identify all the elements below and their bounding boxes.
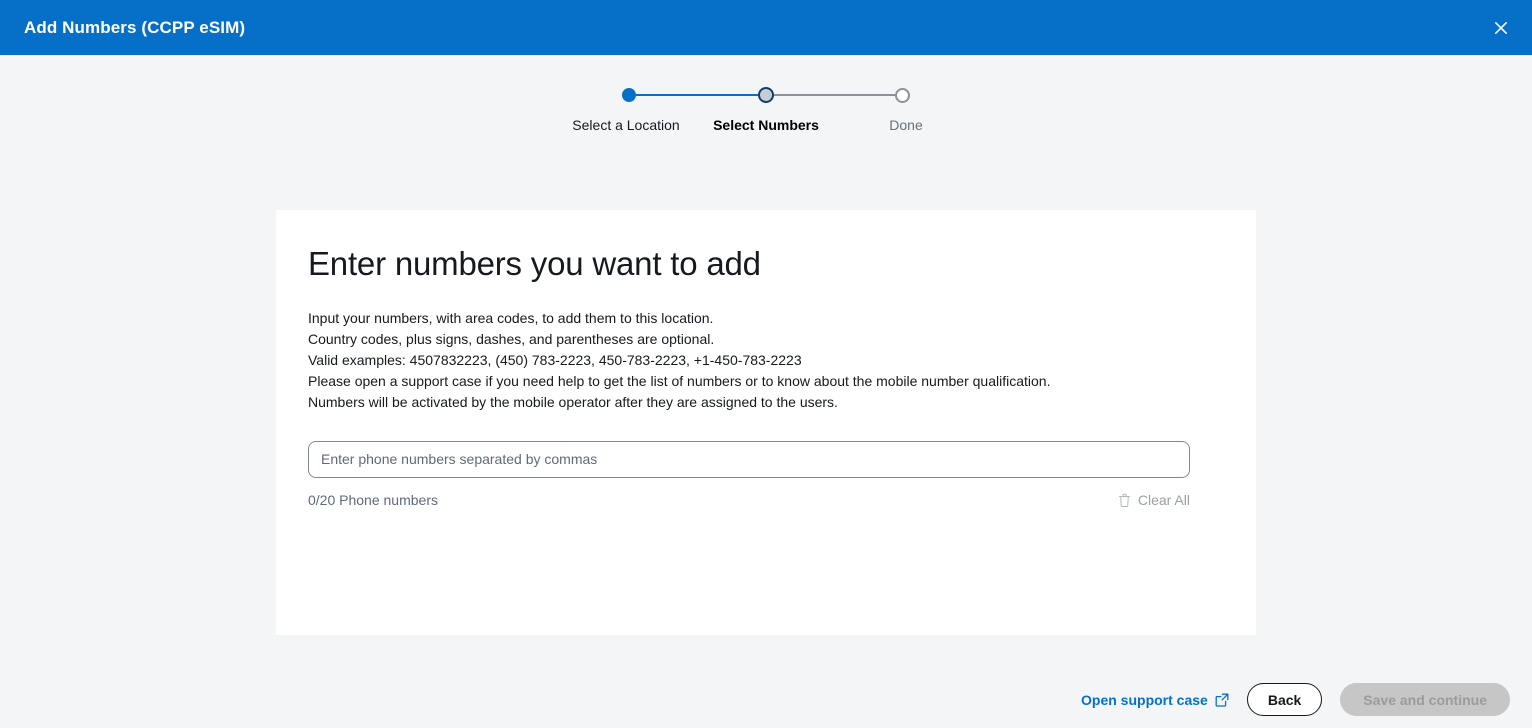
instruction-line: Valid examples: 4507832223, (450) 783-22…	[308, 351, 802, 368]
instruction-line: Input your numbers, with area codes, to …	[308, 309, 714, 326]
dialog-body: Select a Location Select Numbers Done En…	[0, 55, 1532, 728]
dialog-footer: Open support case Back Save and continue	[1081, 683, 1510, 716]
open-support-case-label: Open support case	[1081, 691, 1208, 708]
clear-all-label: Clear All	[1137, 492, 1190, 509]
step-connector-1	[636, 94, 758, 96]
stepper-labels: Select a Location Select Numbers Done	[556, 118, 976, 132]
page-title: Enter numbers you want to add	[308, 245, 761, 282]
step-label-select-a-location: Select a Location	[572, 117, 680, 133]
step-label-done: Done	[889, 117, 923, 133]
instruction-line: Country codes, plus signs, dashes, and p…	[308, 330, 715, 347]
dialog-title: Add Numbers (CCPP eSIM)	[24, 18, 246, 37]
step-indicator-done[interactable]	[895, 87, 910, 103]
stepper-inner: Select a Location Select Numbers Done	[556, 85, 976, 132]
trash-icon	[1118, 493, 1131, 508]
close-dialog-button[interactable]	[1486, 13, 1516, 43]
content-card: Enter numbers you want to add Input your…	[276, 210, 1256, 635]
wizard-stepper: Select a Location Select Numbers Done	[0, 85, 1532, 132]
stepper-track	[556, 85, 976, 105]
phone-numbers-input[interactable]	[308, 440, 1190, 478]
step-label-select-numbers: Select Numbers	[713, 117, 819, 133]
instruction-line: Numbers will be activated by the mobile …	[308, 393, 838, 410]
instruction-line: Please open a support case if you need h…	[308, 372, 1051, 389]
close-icon	[1493, 20, 1509, 36]
phone-number-counter: 0/20 Phone numbers	[308, 492, 438, 509]
save-and-continue-button[interactable]: Save and continue	[1340, 683, 1510, 716]
external-link-icon	[1215, 693, 1229, 707]
step-indicator-select-numbers[interactable]	[757, 87, 774, 103]
step-indicator-select-a-location[interactable]	[622, 88, 636, 102]
dialog-titlebar: Add Numbers (CCPP eSIM)	[0, 0, 1532, 55]
step-connector-2	[773, 94, 895, 96]
clear-all-button[interactable]: Clear All	[1118, 493, 1190, 508]
back-button[interactable]: Back	[1246, 683, 1323, 716]
instructions: Input your numbers, with area codes, to …	[308, 308, 1224, 413]
open-support-case-link[interactable]: Open support case	[1081, 693, 1229, 707]
input-meta-row: 0/20 Phone numbers Clear All	[308, 493, 1190, 508]
